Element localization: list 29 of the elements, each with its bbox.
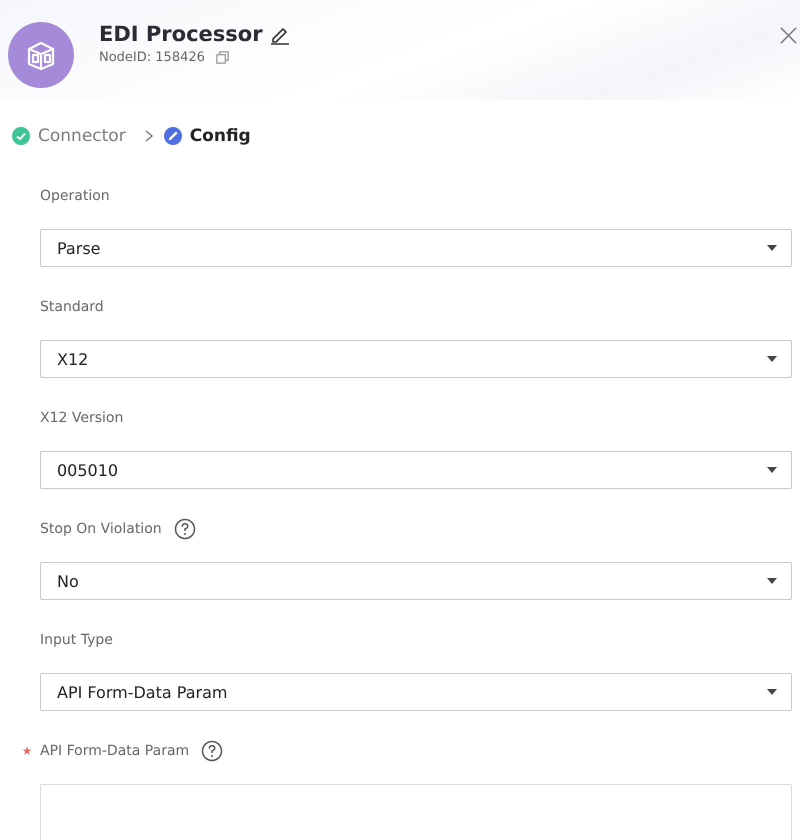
caret-icon xyxy=(767,245,777,251)
box-icon xyxy=(8,22,74,88)
close-icon[interactable] xyxy=(779,26,798,45)
caret-icon xyxy=(767,578,777,584)
copy-icon[interactable] xyxy=(214,50,230,65)
edit-circle-icon xyxy=(164,127,182,145)
step-label[interactable]: Connector xyxy=(38,126,126,146)
select-field[interactable]: X12 xyxy=(40,340,792,378)
caret-icon xyxy=(767,356,777,362)
select-field[interactable]: Parse xyxy=(40,229,792,267)
caret-icon xyxy=(767,467,777,473)
chevron-icon xyxy=(144,129,154,143)
caret-icon xyxy=(767,689,777,695)
check-circle-icon xyxy=(12,127,30,145)
input-field[interactable] xyxy=(40,784,792,840)
field-label: Stop On Violation xyxy=(40,521,162,537)
node-title: EDI Processor xyxy=(99,22,263,46)
field-label: API Form-Data Param xyxy=(40,743,190,759)
node-id: NodeID: 158426 xyxy=(99,50,205,65)
select-field[interactable]: 005010 xyxy=(40,451,792,489)
select-field[interactable]: No xyxy=(40,562,792,600)
field-label: Input Type xyxy=(40,632,113,648)
help-icon[interactable] xyxy=(174,518,196,540)
field-label: Operation xyxy=(40,188,110,204)
select-field[interactable]: API Form-Data Param xyxy=(40,673,792,711)
field-label: X12 Version xyxy=(40,410,124,426)
help-icon[interactable] xyxy=(201,740,224,762)
step-label[interactable]: Config xyxy=(190,126,251,146)
field-label: Standard xyxy=(40,299,104,315)
